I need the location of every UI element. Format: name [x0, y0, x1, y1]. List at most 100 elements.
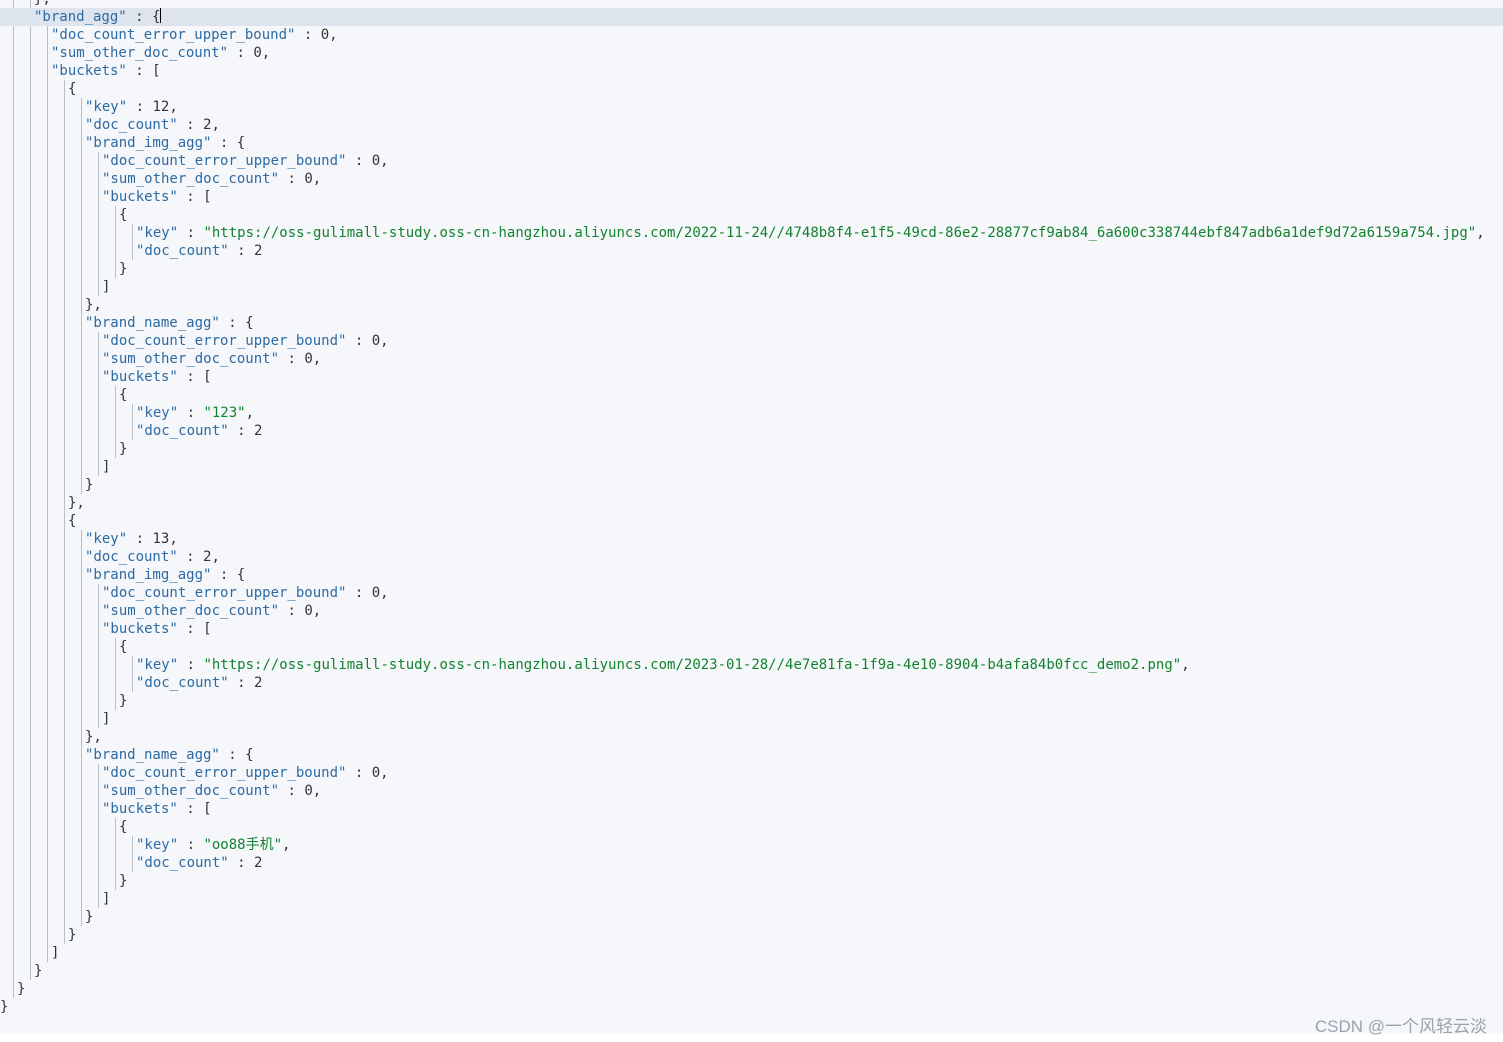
indent-guide: [115, 638, 116, 710]
token-pun: ,: [380, 765, 389, 781]
token-str: "https://oss-gulimall-study.oss-cn-hangz…: [203, 225, 1477, 241]
code-line-text: ]: [102, 890, 110, 908]
token-key: "key": [136, 837, 179, 853]
token-key: "key": [85, 99, 128, 115]
token-pun: :: [228, 423, 255, 439]
code-line-text: "doc_count_error_upper_bound" : 0,: [102, 332, 389, 350]
token-key: "buckets": [102, 369, 178, 385]
token-pun: : {: [211, 135, 246, 151]
token-key: "sum_other_doc_count": [102, 171, 280, 187]
token-num: 13: [152, 531, 170, 547]
token-pun: :: [279, 351, 305, 367]
token-str: "https://oss-gulimall-study.oss-cn-hangz…: [203, 657, 1182, 673]
code-line-text: },: [85, 296, 102, 314]
token-pun: :: [127, 531, 153, 547]
token-key: "key": [85, 531, 128, 547]
code-line-text: },: [34, 0, 51, 8]
indent-guide: [132, 836, 133, 872]
token-num: 0: [304, 351, 313, 367]
token-pun: }: [85, 909, 94, 925]
token-pun: :: [279, 603, 305, 619]
code-line-text: ]: [102, 458, 110, 476]
indent-guide: [98, 584, 99, 728]
token-key: "buckets": [102, 189, 178, 205]
code-line-text: }: [85, 476, 93, 494]
token-key: "doc_count": [136, 855, 229, 871]
code-line-text: }: [68, 926, 76, 944]
token-pun: : [: [177, 801, 212, 817]
token-key: "key": [136, 657, 179, 673]
token-num: 0: [304, 171, 313, 187]
token-pun: ,: [169, 99, 178, 115]
indent-guide: [47, 26, 48, 962]
code-line-text: },: [68, 494, 85, 512]
token-pun: ,: [312, 351, 322, 367]
token-num: 0: [304, 603, 313, 619]
code-line-text: }: [119, 440, 127, 458]
token-key: "buckets": [102, 621, 178, 637]
token-pun: : {: [126, 9, 161, 25]
json-response-viewer[interactable]: },"brand_agg" : {"doc_count_error_upper_…: [0, 0, 1503, 1034]
token-pun: :: [346, 333, 372, 349]
token-key: "sum_other_doc_count": [102, 351, 280, 367]
code-line-text: }: [119, 872, 127, 890]
code-line-text: {: [68, 80, 76, 98]
indent-guide: [98, 332, 99, 476]
code-line-text: "doc_count_error_upper_bound" : 0,: [51, 26, 338, 44]
token-pun: :: [178, 405, 204, 421]
token-num: 2: [254, 855, 263, 871]
code-line-text: "key" : "oo88手机",: [136, 836, 290, 854]
code-line-text: ]: [102, 710, 110, 728]
code-line-text: {: [119, 818, 127, 836]
token-pun: },: [68, 495, 85, 511]
code-line-text: "key" : 12,: [85, 98, 178, 116]
token-pun: },: [85, 729, 102, 745]
token-pun: {: [119, 819, 128, 835]
token-key: "buckets": [102, 801, 178, 817]
token-key: "doc_count_error_upper_bound": [102, 333, 347, 349]
token-pun: }: [17, 981, 26, 997]
token-pun: ,: [380, 153, 389, 169]
token-pun: :: [346, 153, 372, 169]
token-pun: ,: [1181, 657, 1190, 673]
token-key: "doc_count_error_upper_bound": [102, 153, 347, 169]
indent-guide: [132, 224, 133, 260]
token-key: "sum_other_doc_count": [102, 783, 280, 799]
token-pun: :: [279, 783, 305, 799]
code-line-text: }: [119, 260, 127, 278]
token-key: "sum_other_doc_count": [51, 45, 229, 61]
indent-guide: [98, 152, 99, 296]
bottom-strip: [0, 1034, 1503, 1042]
code-line-text: "sum_other_doc_count" : 0,: [102, 350, 321, 368]
token-key: "brand_img_agg": [85, 135, 212, 151]
token-pun: }: [119, 873, 128, 889]
code-line-text: {: [119, 386, 127, 404]
token-pun: ]: [102, 891, 111, 907]
token-num: 0: [371, 153, 381, 169]
code-line-text: "doc_count" : 2: [136, 674, 262, 692]
code-line-text: "brand_name_agg" : {: [85, 746, 254, 764]
token-key: "doc_count": [136, 675, 229, 691]
token-pun: }: [34, 963, 43, 979]
indent-guide: [115, 818, 116, 890]
token-key: "doc_count_error_upper_bound": [102, 585, 347, 601]
code-line-text: }: [0, 998, 8, 1016]
code-line-text: }: [34, 962, 42, 980]
token-str: "123": [203, 405, 246, 421]
token-pun: :: [178, 657, 204, 673]
indent-guide: [115, 386, 116, 458]
token-pun: : {: [219, 747, 254, 763]
indent-guide: [81, 98, 82, 494]
token-pun: ,: [312, 603, 322, 619]
token-pun: ,: [380, 333, 389, 349]
code-line-text: "sum_other_doc_count" : 0,: [102, 602, 321, 620]
token-key: "doc_count": [136, 423, 229, 439]
text-cursor: [160, 8, 162, 23]
token-pun: :: [228, 855, 255, 871]
code-line-text: "doc_count_error_upper_bound" : 0,: [102, 584, 389, 602]
code-line-text: ]: [51, 944, 59, 962]
code-line-text: "key" : "https://oss-gulimall-study.oss-…: [136, 224, 1485, 242]
token-num: 0: [371, 333, 381, 349]
code-line-text: "buckets" : [: [51, 62, 161, 80]
code-line-text: "doc_count" : 2,: [85, 548, 220, 566]
